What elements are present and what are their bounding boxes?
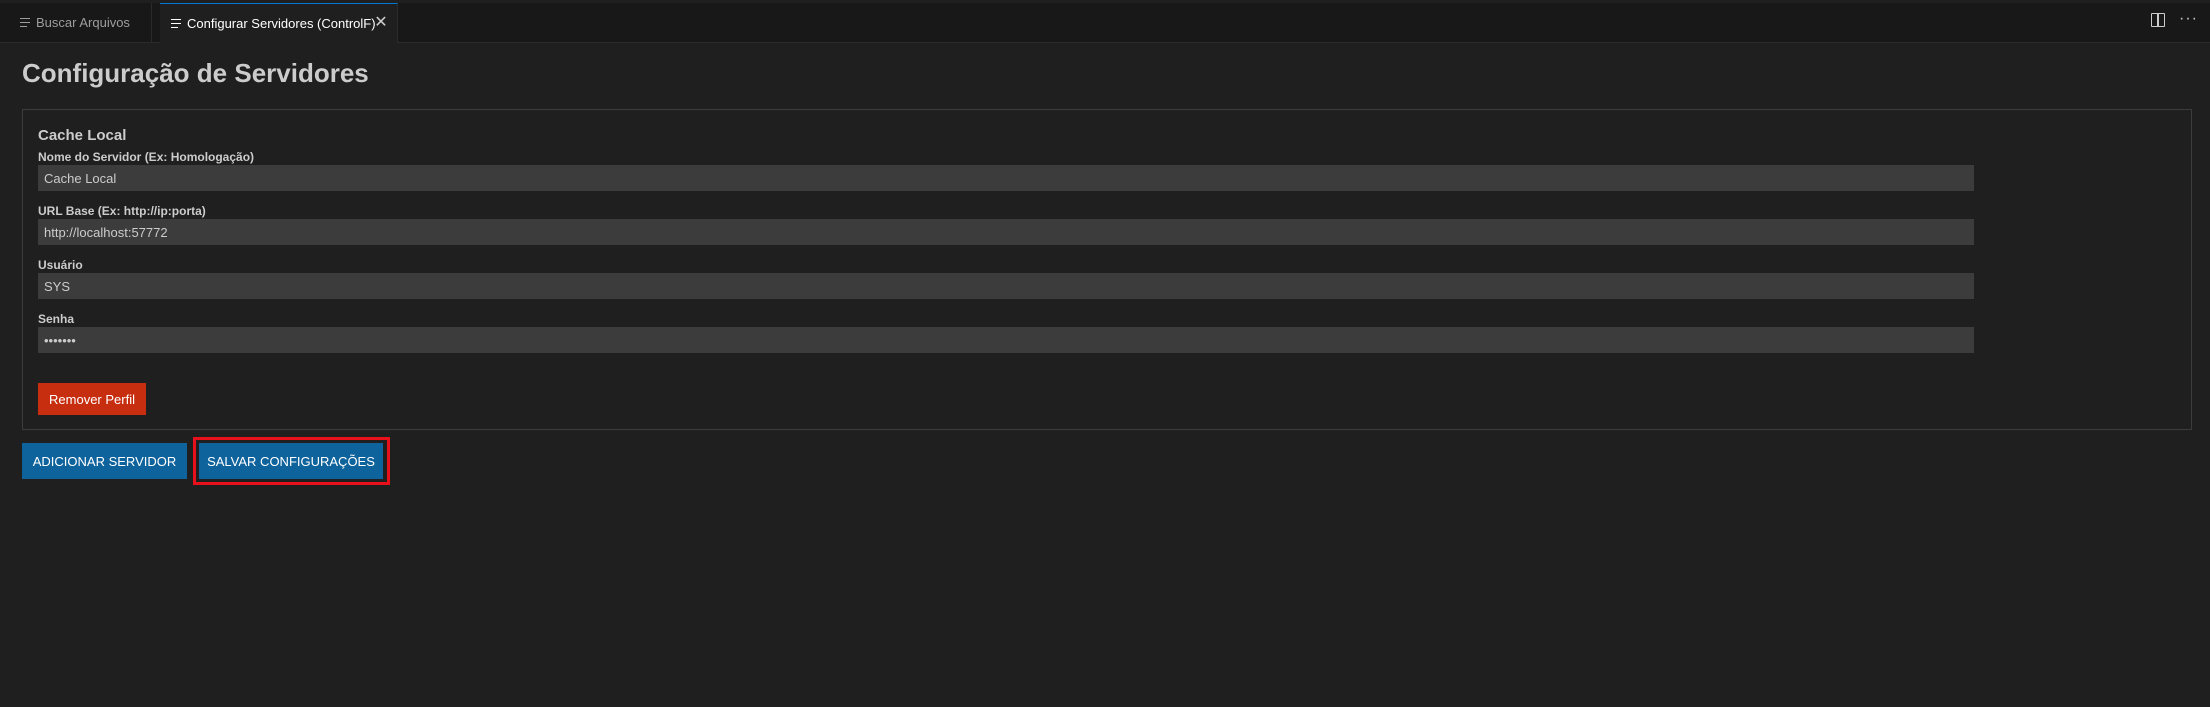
remove-profile-button[interactable]: Remover Perfil <box>38 383 146 415</box>
username-input[interactable] <box>38 273 1974 299</box>
tab-label: Configurar Servidores (ControlF) <box>187 16 376 31</box>
server-name-input[interactable] <box>38 165 1974 191</box>
file-lines-icon <box>20 18 30 27</box>
username-label: Usuário <box>38 258 83 272</box>
add-server-button[interactable]: ADICIONAR SERVIDOR <box>22 443 187 479</box>
base-url-input[interactable] <box>38 219 1974 245</box>
tab-buscar-arquivos[interactable]: Buscar Arquivos <box>0 3 152 42</box>
tab-label: Buscar Arquivos <box>36 15 130 30</box>
tab-configurar-servidores[interactable]: Configurar Servidores (ControlF) ✕ <box>160 3 398 43</box>
server-name-label: Nome do Servidor (Ex: Homologação) <box>38 150 255 164</box>
editor-actions: ··· <box>2151 11 2198 27</box>
password-label: Senha <box>38 312 75 326</box>
more-actions-icon[interactable]: ··· <box>2179 11 2198 27</box>
save-settings-button[interactable]: SALVAR CONFIGURAÇÕES <box>199 443 383 479</box>
close-icon[interactable]: ✕ <box>374 15 388 31</box>
server-card-title: Cache Local <box>38 127 127 144</box>
split-editor-icon[interactable] <box>2151 13 2166 27</box>
base-url-label: URL Base (Ex: http://ip:porta) <box>38 204 206 218</box>
page-title: Configuração de Servidores <box>22 58 369 88</box>
file-lines-icon <box>171 19 181 28</box>
password-input[interactable] <box>38 327 1974 353</box>
editor-tab-bar: Buscar Arquivos Configurar Servidores (C… <box>0 3 2210 43</box>
server-card: Cache Local Nome do Servidor (Ex: Homolo… <box>22 109 2192 430</box>
